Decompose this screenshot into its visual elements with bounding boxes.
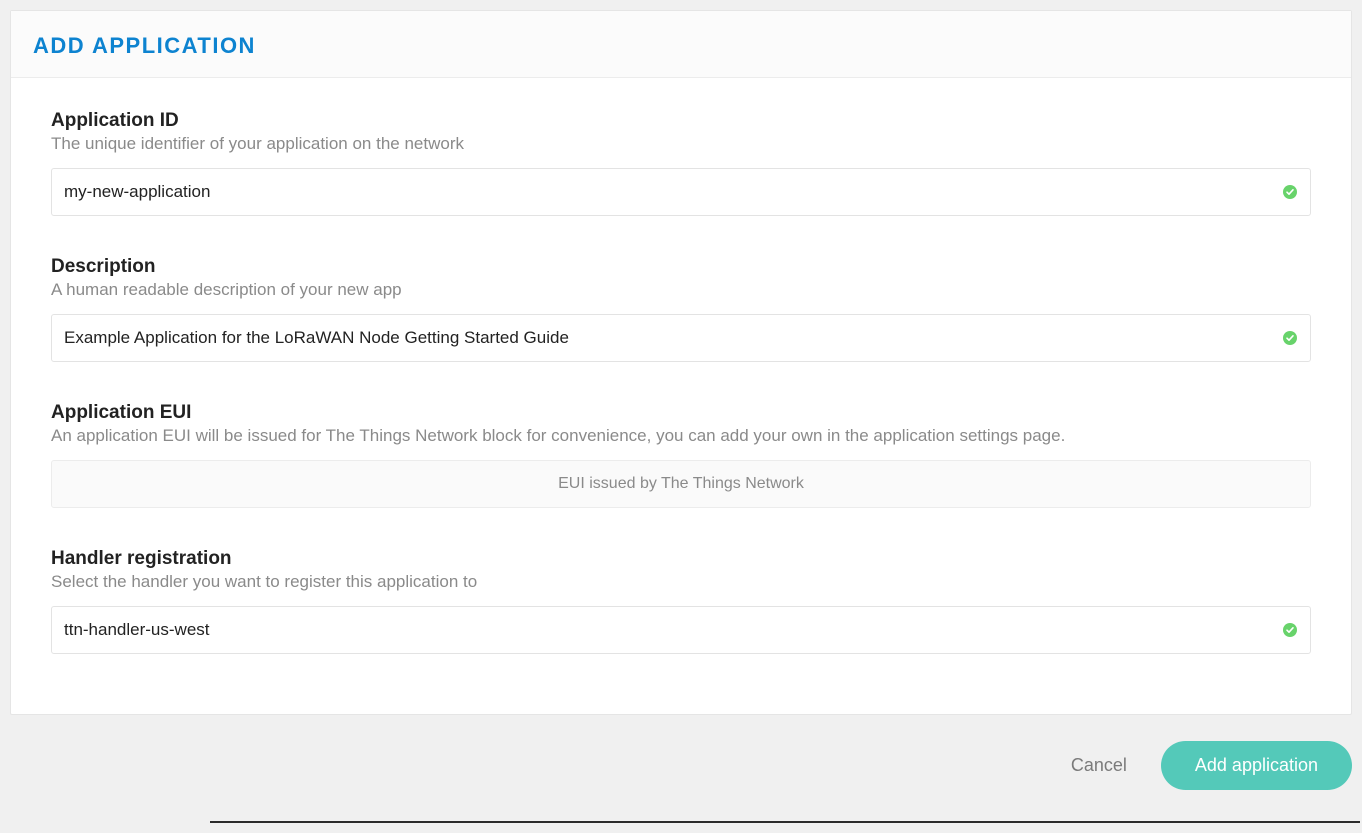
field-application-eui: Application EUI An application EUI will … — [51, 402, 1311, 508]
add-application-button[interactable]: Add application — [1161, 741, 1352, 790]
app-id-input-wrap — [51, 168, 1311, 216]
description-input[interactable] — [51, 314, 1311, 362]
card-body: Application ID The unique identifier of … — [11, 78, 1351, 714]
footer-bar: Cancel Add application — [10, 733, 1352, 790]
handler-select[interactable] — [51, 606, 1311, 654]
check-circle-icon — [1283, 185, 1297, 199]
field-handler: Handler registration Select the handler … — [51, 548, 1311, 654]
field-application-id: Application ID The unique identifier of … — [51, 110, 1311, 216]
form-card: ADD APPLICATION Application ID The uniqu… — [10, 10, 1352, 715]
field-description: Description A human readable description… — [51, 256, 1311, 362]
app-eui-label: Application EUI — [51, 402, 1311, 424]
description-help: A human readable description of your new… — [51, 280, 1311, 300]
page: ADD APPLICATION Application ID The uniqu… — [0, 10, 1362, 808]
description-input-wrap — [51, 314, 1311, 362]
cancel-button[interactable]: Cancel — [1065, 743, 1133, 788]
app-eui-readonly-text: EUI issued by The Things Network — [558, 475, 804, 493]
check-circle-icon — [1283, 331, 1297, 345]
handler-help: Select the handler you want to register … — [51, 572, 1311, 592]
description-label: Description — [51, 256, 1311, 278]
check-circle-icon — [1283, 623, 1297, 637]
app-id-help: The unique identifier of your applicatio… — [51, 134, 1311, 154]
card-header: ADD APPLICATION — [11, 11, 1351, 78]
app-eui-help: An application EUI will be issued for Th… — [51, 426, 1311, 446]
app-id-label: Application ID — [51, 110, 1311, 132]
app-eui-readonly: EUI issued by The Things Network — [51, 460, 1311, 508]
handler-label: Handler registration — [51, 548, 1311, 570]
app-id-input[interactable] — [51, 168, 1311, 216]
handler-input-wrap — [51, 606, 1311, 654]
page-title: ADD APPLICATION — [33, 33, 1329, 59]
